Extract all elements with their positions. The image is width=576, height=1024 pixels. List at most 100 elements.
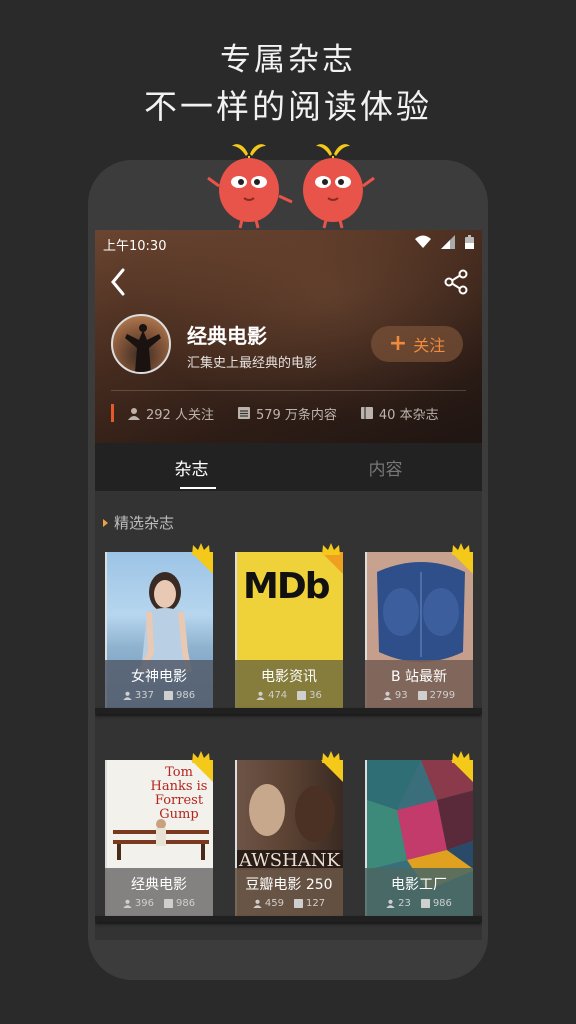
magazine-items: 2799 (417, 690, 456, 701)
stat-contents-text: 579 万条内容 (255, 407, 337, 423)
magazine-info: 豆瓣电影 250 459 127 (235, 868, 343, 918)
magazine-items: 986 (420, 898, 452, 909)
stat-contents: 579 万条内容 (237, 404, 337, 423)
tab-magazines[interactable]: 杂志 (95, 443, 288, 491)
list-icon (237, 407, 250, 419)
list-icon (297, 691, 307, 700)
magazine-info: 电影资讯 474 36 (235, 660, 343, 710)
magazine-items-count: 2799 (429, 690, 456, 701)
magazine-items-count: 986 (176, 690, 196, 701)
top-bar (95, 264, 482, 300)
cover-logo-text: MDb (243, 566, 330, 607)
list-icon (164, 899, 173, 908)
signal-icon (441, 235, 455, 249)
stat-followers-text: 292 人关注 (146, 407, 214, 423)
magazine-followers: 459 (253, 898, 284, 909)
channel-description: 汇集史上最经典的电影 (187, 356, 318, 371)
magazine-followers: 396 (123, 898, 154, 909)
list-icon (420, 899, 430, 908)
magazine-followers: 474 (256, 690, 287, 701)
magazine-title: B 站最新 (390, 669, 448, 685)
magazine-title: 电影资讯 (261, 669, 317, 685)
magazine-stats: 337 986 (105, 690, 213, 701)
magazine-title: 经典电影 (131, 877, 187, 893)
magazine-items: 986 (164, 690, 195, 701)
magazine-card[interactable]: 女神电影 337 986 (105, 543, 213, 710)
magazine-followers-count: 337 (134, 690, 154, 701)
magazine-followers-count: 93 (394, 690, 408, 701)
magazine-items: 36 (297, 690, 322, 701)
person-icon (383, 691, 392, 700)
header-divider (111, 390, 466, 391)
status-time: 上午10:30 (103, 239, 167, 254)
magazine-info: 经典电影 396 986 (105, 868, 213, 918)
app-screen: 上午10:30 经典电影 汇集史上最经典的电影 + 关注 292 人关注 579… (95, 230, 482, 940)
battery-icon (465, 235, 474, 249)
status-icons (415, 235, 474, 249)
list-icon (294, 899, 303, 908)
follow-button[interactable]: + 关注 (371, 326, 463, 362)
tab-content[interactable]: 内容 (289, 443, 482, 491)
magazine-followers-count: 396 (134, 898, 154, 909)
magazine-stats: 474 36 (235, 690, 343, 701)
channel-name: 经典电影 (187, 324, 267, 348)
stat-magazines-text: 40 本杂志 (378, 407, 439, 423)
magazine-card[interactable]: Tom Hanks is Forrest Gump 经典电影 396 986 (105, 751, 213, 918)
crown-icon (192, 543, 210, 555)
crown-icon (322, 751, 340, 763)
back-button[interactable] (105, 266, 135, 298)
magazine-followers-count: 459 (264, 898, 284, 909)
magazine-items-count: 986 (176, 898, 196, 909)
magazine-items: 986 (164, 898, 195, 909)
magazine-items-count: 127 (306, 898, 326, 909)
magazine-info: B 站最新 93 2799 (365, 660, 473, 710)
tab-bar: 杂志 内容 (95, 443, 482, 491)
section-marker-icon (103, 518, 108, 527)
magazine-info: 女神电影 337 986 (105, 660, 213, 710)
share-button[interactable] (442, 268, 470, 296)
magazine-title: 豆瓣电影 250 (245, 877, 333, 893)
crown-icon (452, 751, 470, 763)
magazine-followers-count: 474 (268, 690, 288, 701)
wifi-icon (415, 235, 431, 248)
channel-stats: 292 人关注 579 万条内容 40 本杂志 (111, 402, 471, 424)
promo-title-line2: 不一样的阅读体验 (144, 87, 432, 126)
magazine-followers: 23 (386, 898, 411, 909)
chevron-left-icon (111, 268, 125, 296)
person-icon (386, 899, 395, 908)
avatar-silhouette (125, 324, 161, 372)
plus-icon: + (388, 331, 408, 356)
shelf-divider (95, 916, 482, 922)
section-title: 精选杂志 (114, 514, 175, 532)
magazine-title: 电影工厂 (391, 877, 447, 893)
magazine-followers-count: 23 (398, 898, 411, 909)
shelf-divider (95, 708, 482, 714)
magazine-items-count: 36 (309, 690, 322, 701)
magazine-stats: 396 986 (105, 898, 213, 909)
crown-icon (452, 543, 470, 555)
crown-icon (322, 543, 340, 555)
magazine-card[interactable]: AWSHANK 豆瓣电影 250 459 127 (235, 751, 343, 918)
magazine-card[interactable]: MDb 电影资讯 474 36 (235, 543, 343, 710)
magazine-stats: 23 986 (365, 898, 473, 909)
crown-icon (192, 751, 210, 763)
person-icon (123, 691, 132, 700)
magazine-info: 电影工厂 23 986 (365, 868, 473, 918)
channel-avatar (111, 314, 171, 374)
person-icon (128, 407, 140, 420)
status-bar: 上午10:30 (95, 230, 482, 256)
magazine-stats: 93 2799 (365, 690, 473, 701)
person-icon (253, 899, 262, 908)
person-icon (123, 899, 132, 908)
section-header: 精选杂志 (103, 512, 174, 533)
magazine-followers: 337 (123, 690, 154, 701)
magazine-card[interactable]: B 站最新 93 2799 (365, 543, 473, 710)
share-icon (444, 269, 468, 295)
magazine-card[interactable]: 电影工厂 23 986 (365, 751, 473, 918)
mascot-illustration (207, 144, 375, 229)
magazine-followers: 93 (383, 690, 408, 701)
stat-followers: 292 人关注 (128, 404, 214, 423)
magazine-items: 127 (294, 898, 325, 909)
stat-magazines: 40 本杂志 (360, 404, 439, 423)
magazine-items-count: 986 (432, 898, 452, 909)
